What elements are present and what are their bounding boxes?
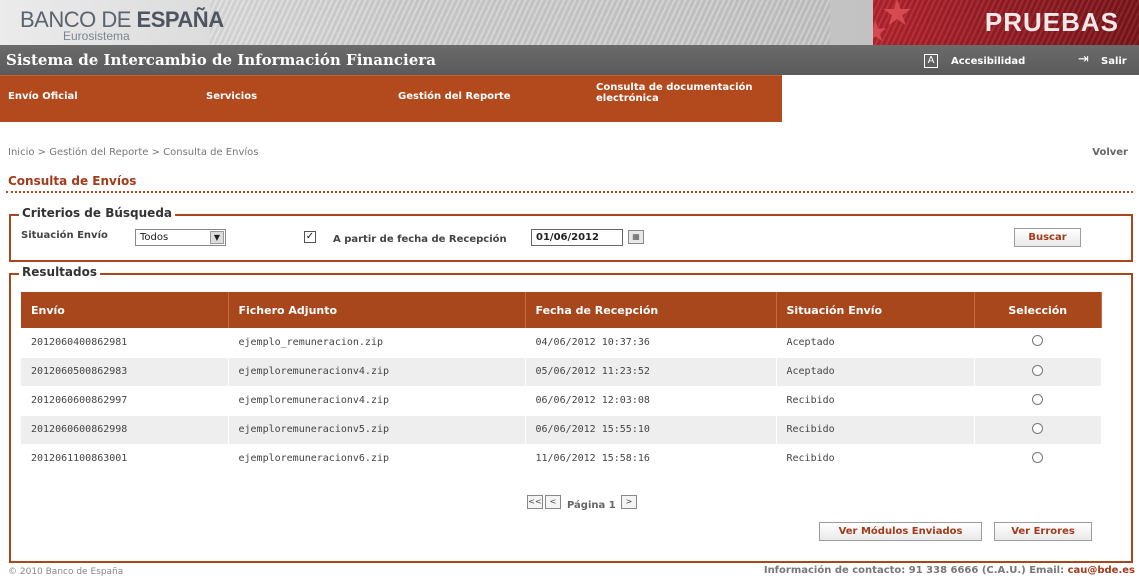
- cell-fichero: ejemploremuneracionv4.zip: [228, 357, 526, 387]
- status-select[interactable]: Todos ▼: [135, 229, 226, 246]
- table-row: 2012060600862997 ejemploremuneracionv4.z…: [21, 386, 1102, 416]
- cell-fichero: ejemplo_remuneracion.zip: [228, 328, 526, 358]
- cell-fecha: 11/06/2012 15:58:16: [525, 444, 777, 474]
- date-filter-checkbox[interactable]: ✓: [304, 231, 316, 243]
- page-title: Consulta de Envíos: [8, 174, 137, 188]
- star-icon: ★: [873, 15, 889, 46]
- table-header-row: Envío Fichero Adjunto Fecha de Recepción…: [21, 292, 1102, 328]
- view-errors-button[interactable]: Ver Errores: [994, 522, 1092, 541]
- search-button[interactable]: Buscar: [1014, 228, 1081, 247]
- cell-fecha: 06/06/2012 15:55:10: [525, 415, 777, 445]
- cell-fichero: ejemploremuneracionv6.zip: [228, 444, 526, 474]
- date-label: A partir de fecha de Recepción: [333, 234, 507, 245]
- table-row: 2012060500862983 ejemploremuneracionv4.z…: [21, 357, 1102, 387]
- title-separator: [6, 191, 1133, 193]
- select-radio[interactable]: [1032, 451, 1044, 463]
- col-header-envio: Envío: [21, 292, 229, 328]
- exit-icon[interactable]: ⇥: [1078, 52, 1089, 67]
- environment-label: PRUEBAS: [984, 7, 1119, 37]
- back-link[interactable]: Volver: [1092, 147, 1128, 158]
- table-row: 2012060600862998 ejemploremuneracionv5.z…: [21, 415, 1102, 445]
- col-header-situacion: Situación Envío: [776, 292, 975, 328]
- status-label: Situación Envío: [21, 230, 108, 241]
- pager-label: Página 1: [567, 500, 616, 511]
- cell-envio: 2012060400862981: [21, 328, 229, 358]
- table-row: 2012061100863001 ejemploremuneracionv6.z…: [21, 444, 1102, 474]
- view-modules-button[interactable]: Ver Módulos Enviados: [819, 522, 982, 541]
- header-banner: BANCO DE ESPAÑA Eurosistema ★ ★ PRUEBAS: [0, 0, 1139, 45]
- chevron-down-icon[interactable]: ▼: [210, 231, 224, 244]
- accessibility-icon[interactable]: A: [924, 54, 938, 68]
- cell-envio: 2012060600862998: [21, 415, 229, 445]
- cell-fichero: ejemploremuneracionv5.zip: [228, 415, 526, 445]
- banner-texture: [210, 0, 830, 45]
- footer-contact-text: Información de contacto: 91 338 6666 (C.…: [763, 565, 1068, 576]
- pager-prev-button[interactable]: <: [545, 495, 561, 509]
- cell-seleccion: [974, 328, 1102, 358]
- cell-fecha: 06/06/2012 12:03:08: [525, 386, 777, 416]
- col-header-seleccion: Selección: [974, 292, 1102, 328]
- cell-envio: 2012060500862983: [21, 357, 229, 387]
- logo-subtitle: Eurosistema: [63, 29, 130, 43]
- cell-seleccion: [974, 415, 1102, 445]
- col-header-fichero: Fichero Adjunto: [228, 292, 526, 328]
- date-input[interactable]: 01/06/2012: [531, 229, 623, 246]
- footer-email-link[interactable]: cau@bde.es: [1068, 565, 1135, 576]
- calendar-icon[interactable]: ▦: [628, 230, 644, 244]
- app-title: Sistema de Intercambio de Información Fi…: [6, 51, 436, 69]
- cell-situacion: Recibido: [776, 444, 975, 474]
- accessibility-link[interactable]: Accesibilidad: [951, 56, 1025, 67]
- select-radio[interactable]: [1032, 422, 1044, 434]
- results-table: Envío Fichero Adjunto Fecha de Recepción…: [21, 292, 1102, 474]
- nav-item-consulta-documentacion[interactable]: Consulta de documentación electrónica: [596, 82, 776, 104]
- nav-item-gestion-reporte[interactable]: Gestión del Reporte: [398, 91, 510, 102]
- main-nav: Envío Oficial Servicios Gestión del Repo…: [0, 75, 1139, 143]
- nav-bar: Envío Oficial Servicios Gestión del Repo…: [0, 75, 782, 122]
- cell-fecha: 04/06/2012 10:37:36: [525, 328, 777, 358]
- search-criteria-legend: Criterios de Búsqueda: [19, 206, 176, 220]
- pager-first-button[interactable]: <<: [527, 495, 543, 509]
- breadcrumb[interactable]: Inicio > Gestión del Reporte > Consulta …: [8, 147, 259, 158]
- select-radio[interactable]: [1032, 335, 1044, 347]
- nav-item-servicios[interactable]: Servicios: [206, 91, 257, 102]
- exit-link[interactable]: Salir: [1101, 56, 1127, 67]
- logo-text-part2: ESPAÑA: [136, 7, 225, 32]
- footer-contact: Información de contacto: 91 338 6666 (C.…: [764, 565, 1135, 576]
- cell-fecha: 05/06/2012 11:23:52: [525, 357, 777, 387]
- status-select-value: Todos: [140, 232, 169, 243]
- cell-seleccion: [974, 386, 1102, 416]
- cell-situacion: Aceptado: [776, 328, 975, 358]
- col-header-fecha: Fecha de Recepción: [525, 292, 777, 328]
- results-legend: Resultados: [19, 265, 100, 279]
- cell-situacion: Recibido: [776, 415, 975, 445]
- cell-envio: 2012060600862997: [21, 386, 229, 416]
- cell-situacion: Aceptado: [776, 357, 975, 387]
- table-row: 2012060400862981 ejemplo_remuneracion.zi…: [21, 328, 1102, 358]
- cell-seleccion: [974, 357, 1102, 387]
- cell-situacion: Recibido: [776, 386, 975, 416]
- cell-fichero: ejemploremuneracionv4.zip: [228, 386, 526, 416]
- footer-copyright: © 2010 Banco de España: [8, 567, 124, 577]
- title-bar: Sistema de Intercambio de Información Fi…: [0, 45, 1139, 75]
- cell-seleccion: [974, 444, 1102, 474]
- search-criteria-panel: Criterios de Búsqueda Situación Envío To…: [9, 206, 1133, 262]
- environment-badge: ★ ★ PRUEBAS: [873, 0, 1139, 45]
- select-radio[interactable]: [1032, 364, 1044, 376]
- pager-next-button[interactable]: >: [621, 495, 637, 509]
- cell-envio: 2012061100863001: [21, 444, 229, 474]
- nav-item-envio-oficial[interactable]: Envío Oficial: [8, 91, 78, 102]
- select-radio[interactable]: [1032, 393, 1044, 405]
